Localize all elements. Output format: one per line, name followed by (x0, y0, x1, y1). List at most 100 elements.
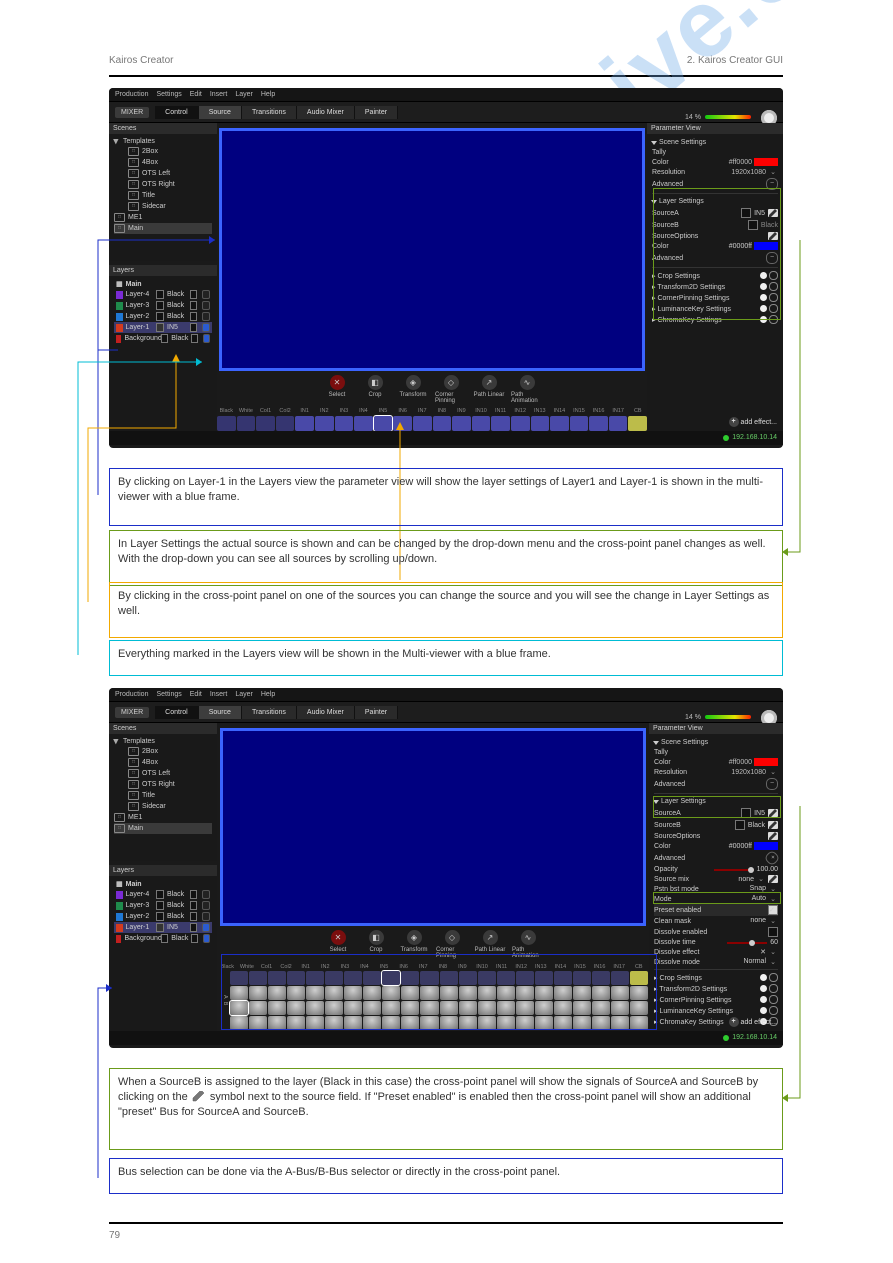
bus-slot-selected[interactable] (374, 416, 393, 431)
tab-transitions[interactable]: Transitions (242, 106, 297, 119)
effect-row[interactable]: ▸ CornerPinning Settings (652, 292, 778, 303)
bus-slot-live[interactable] (628, 416, 647, 431)
source-thumb-icon[interactable] (741, 808, 751, 818)
bus-slot[interactable] (433, 416, 452, 431)
scene-settings-header[interactable]: Scene Settings (654, 737, 778, 748)
tree-item[interactable]: □Sidecar (114, 801, 212, 812)
tab-painter[interactable]: Painter (355, 706, 398, 719)
chevron-down-icon[interactable]: ⌄ (768, 885, 778, 893)
tab-audiomixer[interactable]: Audio Mixer (297, 106, 355, 119)
menu-item[interactable]: Edit (190, 691, 202, 698)
expand-icon[interactable]: + (764, 850, 781, 867)
bus-slot[interactable] (315, 416, 334, 431)
bus-slot[interactable] (570, 416, 589, 431)
chevron-down-icon[interactable]: ⌄ (756, 875, 766, 883)
layer-row[interactable]: Layer-2Black (114, 911, 212, 922)
tool-pathlinear[interactable]: ↗Path Linear (474, 930, 506, 959)
pen-icon[interactable] (768, 209, 778, 217)
eye-icon[interactable] (202, 301, 210, 310)
menu-item[interactable]: Help (261, 691, 275, 698)
menu-item[interactable]: Insert (210, 91, 228, 98)
layer-row[interactable]: BackgroundBlack (114, 333, 212, 344)
tree-item[interactable]: □Title (114, 190, 212, 201)
tree-item[interactable]: □OTS Left (114, 168, 212, 179)
menu-item[interactable]: Help (261, 91, 275, 98)
tool-cornerpin[interactable]: ◇Corner Pinning (435, 375, 467, 404)
bus-slot[interactable] (276, 416, 295, 431)
multiviewer-canvas[interactable] (220, 728, 646, 926)
tree-item[interactable]: □4Box (114, 157, 212, 168)
menu-item[interactable]: Insert (210, 691, 228, 698)
add-effect-button[interactable]: +add effect... (729, 417, 777, 427)
shuffle-icon[interactable]: ✕ (760, 948, 766, 956)
tool-pathanim[interactable]: ∿Path Animation (512, 930, 544, 959)
layer-row-selected[interactable]: Layer-1IN5 (114, 322, 212, 333)
bus-slot[interactable] (295, 416, 314, 431)
tool-crop[interactable]: ◧Crop (360, 930, 392, 959)
layer-row[interactable]: BackgroundBlack (114, 933, 212, 944)
checkbox-checked[interactable]: ✓ (768, 905, 778, 915)
pen-icon[interactable] (768, 832, 778, 840)
color-swatch[interactable] (754, 242, 778, 250)
tree-item[interactable]: □4Box (114, 757, 212, 768)
tree-me1[interactable]: □ME1 (114, 212, 212, 223)
add-effect-button[interactable]: +add effect... (729, 1017, 777, 1027)
source-thumb-icon[interactable] (741, 208, 751, 218)
menu-item[interactable]: Production (115, 91, 148, 98)
tab-source[interactable]: Source (199, 706, 242, 719)
layer-row-selected[interactable]: Layer-1IN5 (114, 922, 212, 933)
menu-item[interactable]: Edit (190, 91, 202, 98)
chevron-down-icon[interactable]: ⌄ (768, 895, 778, 903)
chevron-down-icon[interactable]: ⌄ (768, 168, 778, 176)
bus-slot[interactable] (511, 416, 530, 431)
tree-item[interactable]: □OTS Right (114, 179, 212, 190)
eye-icon[interactable] (203, 334, 210, 343)
tree-item[interactable]: □2Box (114, 146, 212, 157)
effect-row[interactable]: ▸ LuminanceKey Settings (654, 1005, 778, 1016)
pen-icon[interactable] (768, 809, 778, 817)
eye-icon[interactable] (202, 323, 210, 332)
tool-transform[interactable]: ◈Transform (398, 930, 430, 959)
tab-painter[interactable]: Painter (355, 106, 398, 119)
pen-icon[interactable] (768, 821, 778, 829)
bus-slot[interactable] (335, 416, 354, 431)
effect-row[interactable]: ▸ Transform2D Settings (654, 983, 778, 994)
chevron-down-icon[interactable]: ⌄ (768, 958, 778, 966)
color-swatch[interactable] (754, 842, 778, 850)
tree-item[interactable]: □OTS Right (114, 779, 212, 790)
tree-templates[interactable]: ▶Templates (114, 737, 212, 746)
tab-control[interactable]: Control (155, 706, 199, 719)
collapse-icon[interactable]: − (766, 178, 778, 190)
layer-row[interactable]: Layer-2Black (114, 311, 212, 322)
pen-icon[interactable] (768, 232, 778, 240)
bus-slot[interactable] (393, 416, 412, 431)
scene-settings-header[interactable]: Scene Settings (652, 137, 778, 148)
tool-select[interactable]: ✕Select (322, 930, 354, 959)
menu-item[interactable]: Layer (235, 691, 253, 698)
layer-row[interactable]: Layer-3Black (114, 300, 212, 311)
bus-slot[interactable] (452, 416, 471, 431)
eye-icon[interactable] (202, 290, 210, 299)
tab-audiomixer[interactable]: Audio Mixer (297, 706, 355, 719)
tab-source[interactable]: Source (199, 106, 242, 119)
tree-item[interactable]: □Title (114, 790, 212, 801)
chevron-down-icon[interactable]: ⌄ (768, 917, 778, 925)
tree-main[interactable]: □Main (114, 223, 212, 234)
collapse-icon[interactable]: − (766, 778, 778, 790)
eye-icon[interactable] (202, 312, 210, 321)
pen-icon[interactable] (768, 875, 778, 883)
bus-slot[interactable] (256, 416, 275, 431)
tree-me1[interactable]: □ME1 (114, 812, 212, 823)
source-thumb-icon[interactable] (735, 820, 745, 830)
tab-control[interactable]: Control (155, 106, 199, 119)
effect-row[interactable]: ▸ Crop Settings (654, 972, 778, 983)
tool-pathlinear[interactable]: ↗Path Linear (473, 375, 505, 404)
ab-bus-selector[interactable]: A B (218, 970, 228, 1030)
layer-row[interactable]: Layer-4Black (114, 289, 212, 300)
menu-item[interactable]: Production (115, 691, 148, 698)
tool-pathanim[interactable]: ∿Path Animation (511, 375, 543, 404)
menu-item[interactable]: Settings (156, 691, 181, 698)
menu-item[interactable]: Settings (156, 91, 181, 98)
checkbox[interactable] (768, 927, 778, 937)
color-swatch[interactable] (754, 758, 778, 766)
